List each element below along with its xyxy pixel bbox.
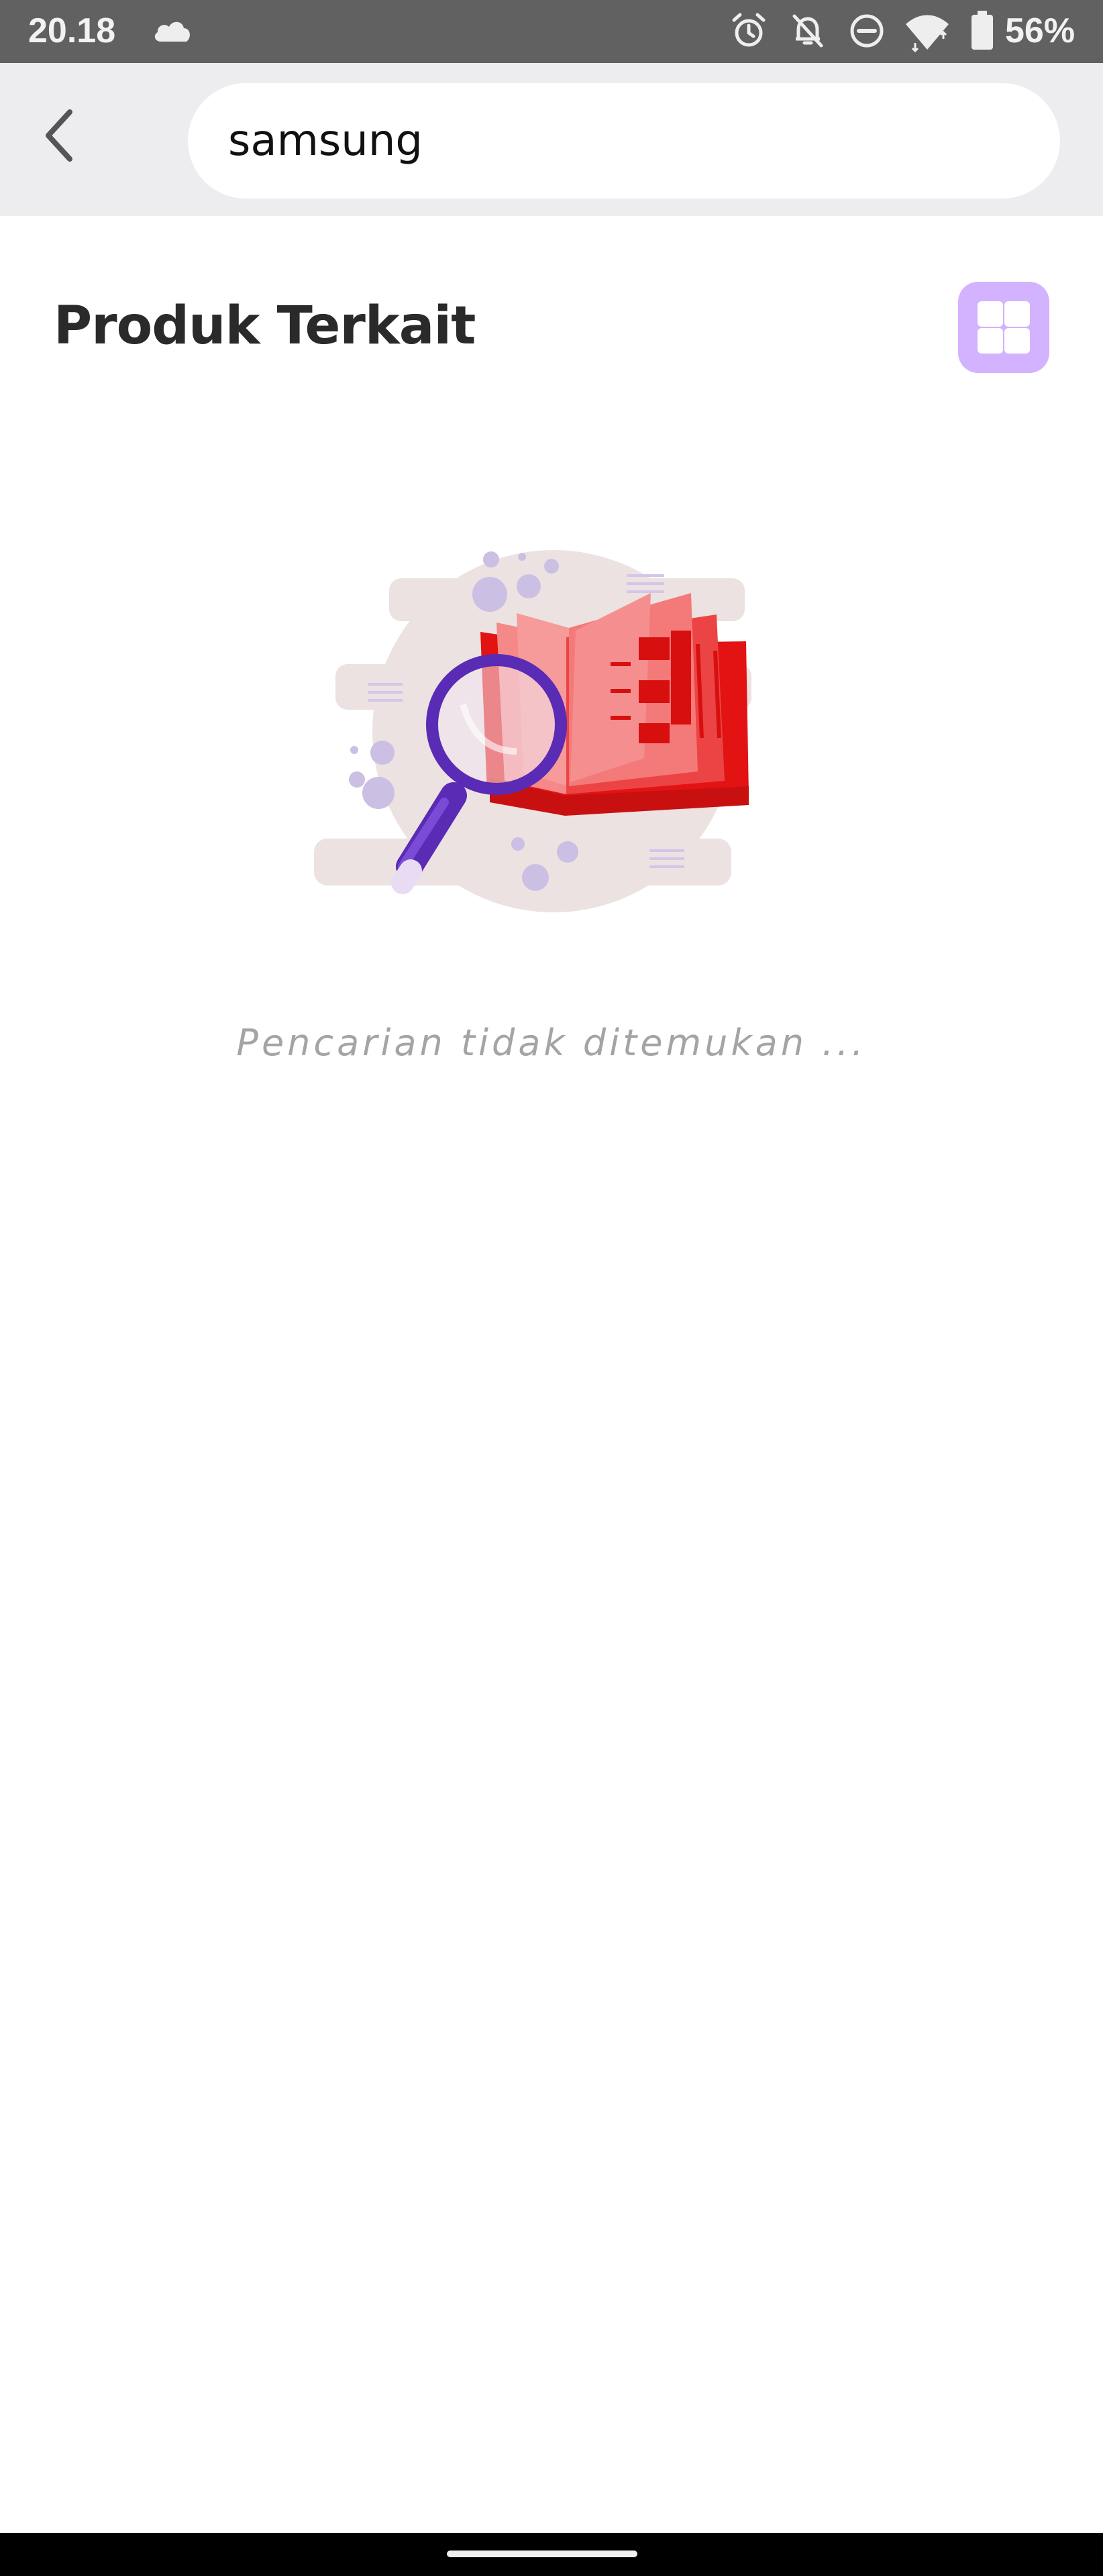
search-input[interactable]: [228, 83, 1033, 199]
home-indicator[interactable]: [447, 2551, 637, 2557]
empty-state-illustration: [295, 537, 805, 919]
search-field[interactable]: [188, 83, 1060, 199]
battery-icon: [970, 11, 994, 54]
alarm-icon: [730, 12, 768, 53]
empty-state-message: Pencarian tidak ditemukan ...: [236, 1022, 867, 1064]
system-navigation-bar: [0, 2533, 1103, 2576]
back-button[interactable]: [27, 97, 91, 177]
section-header: Produk Terkait: [0, 216, 1103, 444]
chevron-left-icon: [39, 105, 79, 169]
do-not-disturb-icon: [848, 12, 886, 53]
battery-percentage: 56%: [1005, 11, 1075, 50]
status-bar: 20.18 56%: [0, 0, 1103, 63]
app-bar: [0, 63, 1103, 216]
page-title: Produk Terkait: [54, 296, 476, 356]
notifications-off-icon: [789, 12, 827, 53]
status-time: 20.18: [28, 11, 116, 50]
wifi-icon: [902, 12, 953, 56]
cloud-icon: [152, 17, 193, 48]
grid-view-toggle-button[interactable]: [958, 282, 1049, 373]
